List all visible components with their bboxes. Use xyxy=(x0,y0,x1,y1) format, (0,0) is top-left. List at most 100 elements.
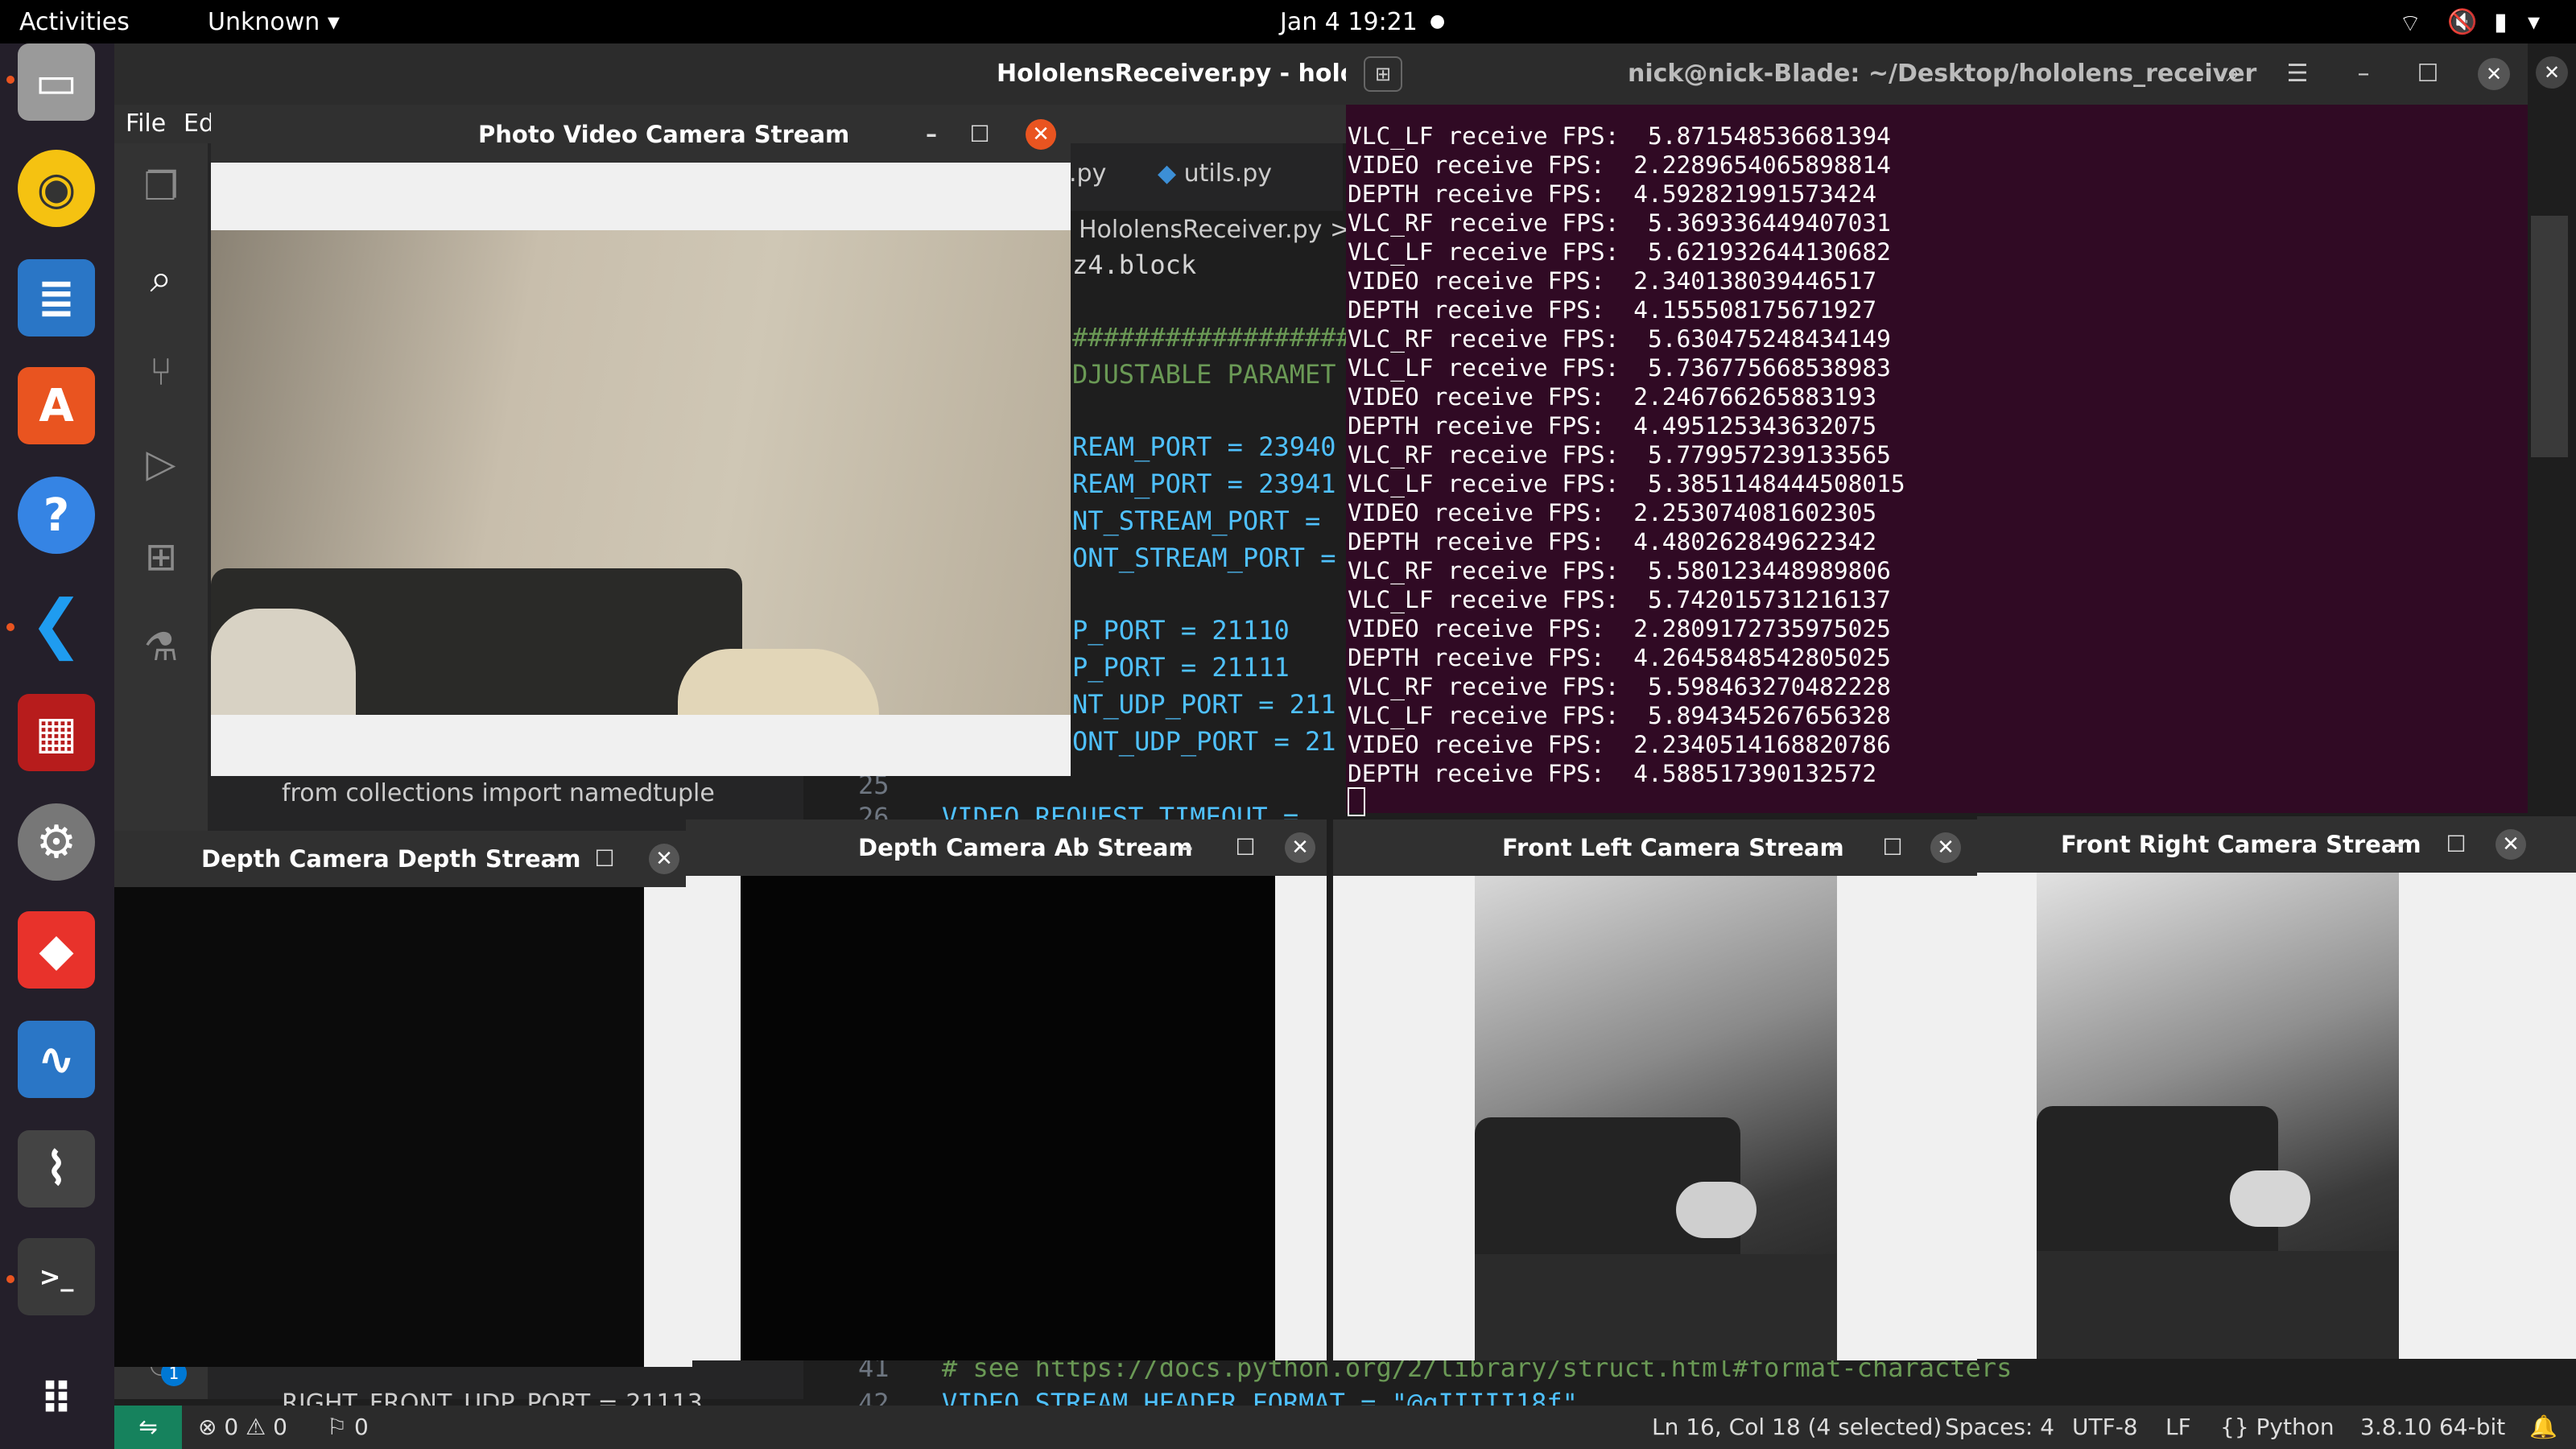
code-text: ONT_STREAM_PORT = xyxy=(1072,543,1336,573)
code-line[interactable]: P_PORT = 21110 xyxy=(1072,615,1290,646)
minimize-icon[interactable]: – xyxy=(2383,829,2413,860)
extensions-icon[interactable]: ⊞ xyxy=(137,533,185,581)
code-line[interactable]: P_PORT = 21111 xyxy=(1072,652,1290,683)
app-menu[interactable]: Unknown ▾ xyxy=(208,8,340,36)
problems-indicator[interactable]: ⊗ 0 ⚠ 0 xyxy=(198,1414,287,1440)
table-shape xyxy=(1475,1254,1837,1360)
activities-button[interactable]: Activities xyxy=(19,8,130,36)
encoding[interactable]: UTF-8 xyxy=(2072,1414,2138,1440)
code-line[interactable]: NT_STREAM_PORT = xyxy=(1072,506,1320,536)
minimize-icon[interactable]: – xyxy=(541,844,572,874)
tab-main[interactable]: .py xyxy=(1069,159,1106,188)
show-apps-icon[interactable]: ⠿ xyxy=(18,1360,95,1438)
vscode-titlebar[interactable]: HololensReceiver.py - hololens xyxy=(114,43,1413,105)
code-line[interactable]: REAM_PORT = 23941 xyxy=(1072,469,1336,499)
source-control-icon[interactable]: ⑂ xyxy=(137,348,185,396)
rhythmbox-icon[interactable]: ◉ xyxy=(18,150,95,227)
code-line[interactable]: NT_UDP_PORT = 211 xyxy=(1072,689,1336,720)
volume-icon[interactable]: 🔇 xyxy=(2447,8,2477,36)
code-line[interactable]: ONT_STREAM_PORT = xyxy=(1072,543,1336,573)
search-icon[interactable]: ⌕ xyxy=(2215,56,2251,92)
monitor-app-icon[interactable]: ∿ xyxy=(18,1021,95,1098)
pv-stream-view xyxy=(211,163,1071,776)
run-debug-icon[interactable]: ▷ xyxy=(137,440,185,488)
explorer-icon[interactable]: ❐ xyxy=(137,163,185,211)
clock[interactable]: Jan 4 19:21 xyxy=(1280,8,1418,36)
python-interpreter[interactable]: 3.8.10 64-bit xyxy=(2360,1414,2505,1440)
maximize-icon[interactable]: ☐ xyxy=(2441,829,2471,860)
search-result-line[interactable]: from collections import namedtuple xyxy=(282,779,715,807)
maximize-icon[interactable]: ☐ xyxy=(964,119,995,150)
right-window-titlebar[interactable]: Front Right Camera Stream – ☐ ✕ xyxy=(1977,816,2576,873)
terminal-output[interactable]: VLC_LF receive FPS: 5.871548536681394 VI… xyxy=(1346,105,2528,816)
minimize-icon[interactable]: – xyxy=(1819,832,1850,863)
anydesk-icon[interactable]: ◆ xyxy=(18,911,95,989)
system-menu-icon[interactable]: ▾ xyxy=(2528,8,2540,36)
code-line[interactable]: z4.block xyxy=(1072,250,1196,280)
minimap[interactable] xyxy=(2531,216,2568,457)
ab-window-title: Depth Camera Ab Stream xyxy=(858,834,1193,861)
close-icon[interactable]: ✕ xyxy=(1285,832,1315,863)
search-icon[interactable]: ⌕ xyxy=(137,254,185,303)
terminal-line: VIDEO receive FPS: 2.253074081602305 xyxy=(1348,499,1877,526)
cursor-position[interactable]: Ln 16, Col 18 (4 selected) xyxy=(1652,1414,1942,1440)
close-icon[interactable]: ✕ xyxy=(1026,119,1056,150)
terminal-line: DEPTH receive FPS: 4.480262849622342 xyxy=(1348,528,1877,555)
close-icon[interactable]: ✕ xyxy=(649,844,679,874)
menu-icon[interactable]: ☰ xyxy=(2280,56,2315,92)
code-line[interactable]: DJUSTABLE PARAMET xyxy=(1072,359,1336,390)
terminal-line: VIDEO receive FPS: 2.246766265883193 xyxy=(1348,383,1877,411)
display-app-icon[interactable]: ▦ xyxy=(18,694,95,771)
depth-window-titlebar[interactable]: Depth Camera Depth Stream – ☐ ✕ xyxy=(114,831,692,887)
code-line[interactable]: REAM_PORT = 23940 xyxy=(1072,431,1336,462)
terminal-line: VLC_RF receive FPS: 5.598463270482228 xyxy=(1348,673,1891,700)
terminal-line: DEPTH receive FPS: 4.588517390132572 xyxy=(1348,760,1877,787)
menu-file[interactable]: File xyxy=(126,109,166,138)
battery-icon[interactable]: ▮ xyxy=(2494,8,2508,36)
system-monitor-icon[interactable]: ⌇ xyxy=(18,1130,95,1208)
pv-camera-image xyxy=(211,230,1071,715)
code-text: NT_UDP_PORT = 211 xyxy=(1072,689,1336,720)
remote-indicator-icon[interactable]: ⇋ xyxy=(114,1406,182,1449)
breadcrumb[interactable]: HololensReceiver.py > xyxy=(1079,216,1350,244)
terminal-titlebar[interactable]: ⊞ nick@nick-Blade: ~/Desktop/hololens_re… xyxy=(1346,43,2528,105)
new-tab-icon[interactable]: ⊞ xyxy=(1364,56,1402,92)
minimize-icon[interactable]: – xyxy=(2347,56,2380,92)
indentation[interactable]: Spaces: 4 xyxy=(1945,1414,2054,1440)
writer-icon[interactable]: ≣ xyxy=(18,259,95,336)
close-icon[interactable]: ✕ xyxy=(2496,829,2526,860)
language-mode[interactable]: {} Python xyxy=(2220,1414,2334,1440)
close-icon[interactable]: ✕ xyxy=(2478,58,2510,90)
notifications-icon[interactable]: 🔔 xyxy=(2529,1414,2557,1440)
running-indicator xyxy=(6,1275,14,1283)
maximize-icon[interactable]: ☐ xyxy=(1877,832,1908,863)
maximize-icon[interactable]: ☐ xyxy=(589,844,620,874)
files-icon[interactable]: ▭ xyxy=(18,43,95,121)
terminal-cursor xyxy=(1348,787,1365,816)
vscode-close-icon[interactable]: ✕ xyxy=(2536,56,2568,89)
settings-icon[interactable]: ⚙ xyxy=(18,803,95,881)
top-bar: Activities Unknown ▾ Jan 4 19:21 ● ⌔ 🔇 ▮… xyxy=(0,0,2576,43)
line-ending[interactable]: LF xyxy=(2165,1414,2191,1440)
close-icon[interactable]: ✕ xyxy=(1930,832,1961,863)
ab-window-titlebar[interactable]: Depth Camera Ab Stream – ☐ ✕ xyxy=(686,819,1327,876)
maximize-icon[interactable]: ☐ xyxy=(1230,832,1261,863)
tab-utils[interactable]: ◆ utils.py xyxy=(1158,159,1272,188)
menu-edit[interactable]: Ed xyxy=(184,109,214,138)
software-center-icon[interactable]: A xyxy=(18,367,95,444)
ports-indicator[interactable]: ⚐ 0 xyxy=(327,1414,369,1440)
vscode-icon[interactable]: ❮ xyxy=(18,584,95,662)
wifi-icon[interactable]: ⌔ xyxy=(2399,8,2421,39)
minimize-icon[interactable]: – xyxy=(1172,832,1203,863)
maximize-icon[interactable]: ☐ xyxy=(2412,56,2444,92)
help-icon[interactable]: ? xyxy=(18,477,95,554)
pv-window-titlebar[interactable]: Photo Video Camera Stream – ☐ ✕ xyxy=(211,106,1071,163)
terminal-icon[interactable]: >_ xyxy=(18,1238,95,1315)
code-line[interactable]: ONT_UDP_PORT = 21 xyxy=(1072,726,1336,757)
minimize-icon[interactable]: – xyxy=(916,119,947,150)
testing-icon[interactable]: ⚗ xyxy=(137,623,185,671)
ab-stream-view xyxy=(686,876,1327,1360)
left-window-titlebar[interactable]: Front Left Camera Stream – ☐ ✕ xyxy=(1333,819,1977,876)
blanket-shape xyxy=(211,609,356,715)
code-line[interactable]: ################## xyxy=(1072,322,1352,353)
